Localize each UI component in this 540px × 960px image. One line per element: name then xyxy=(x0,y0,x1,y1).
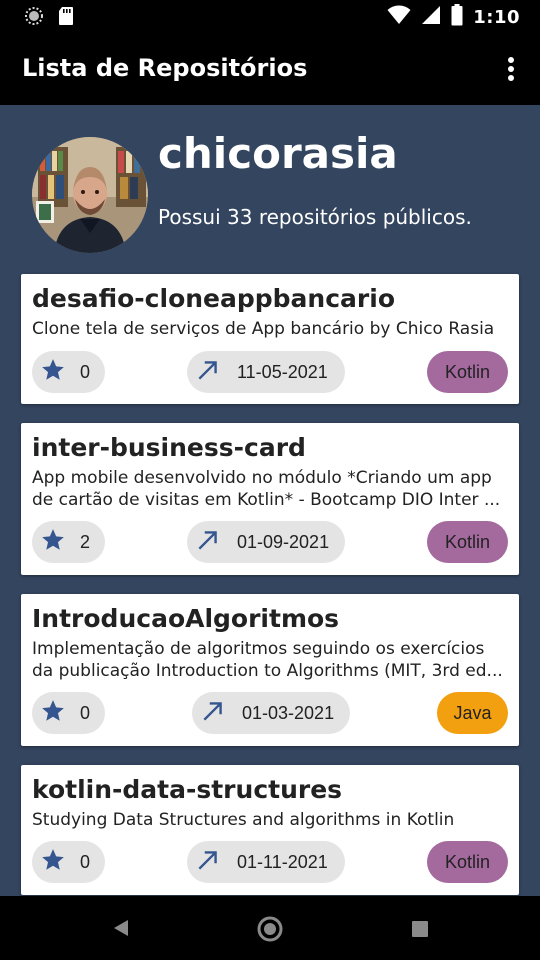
profile-header: chicorasia Possui 33 repositórios públic… xyxy=(0,105,540,270)
repo-name: kotlin-data-structures xyxy=(32,775,343,804)
repo-card[interactable]: desafio-cloneappbancario Clone tela de s… xyxy=(21,274,519,404)
stars-chip: 0 xyxy=(32,692,105,734)
date-chip: 01-11-2021 xyxy=(187,841,345,883)
app-title: Lista de Repositórios xyxy=(22,54,308,82)
signal-icon xyxy=(421,5,441,29)
status-bar: 1:10 xyxy=(0,0,540,32)
battery-icon xyxy=(451,4,463,30)
repo-description: App mobile desenvolvido no módulo *Crian… xyxy=(32,468,501,510)
date-chip: 01-03-2021 xyxy=(192,692,350,734)
repo-description: Implementação de algoritmos seguindo os … xyxy=(32,639,503,681)
stars-chip: 2 xyxy=(32,521,105,563)
star-icon xyxy=(40,527,66,558)
language-label: Kotlin xyxy=(444,361,491,382)
avatar[interactable] xyxy=(32,137,148,253)
stars-count: 0 xyxy=(80,361,91,382)
stars-count: 2 xyxy=(80,531,91,552)
date-chip: 11-05-2021 xyxy=(187,351,345,393)
repo-card[interactable]: inter-business-card App mobile desenvolv… xyxy=(21,423,519,575)
repo-description: Studying Data Structures and algorithms … xyxy=(32,810,455,830)
stars-count: 0 xyxy=(80,851,91,872)
trending-arrow-icon xyxy=(200,698,226,729)
trending-arrow-icon xyxy=(195,527,221,558)
language-label: Kotlin xyxy=(444,531,491,552)
status-time: 1:10 xyxy=(473,6,520,28)
repo-date: 01-11-2021 xyxy=(237,851,328,872)
app-bar: Lista de Repositórios xyxy=(0,32,540,105)
sd-card-icon xyxy=(58,6,74,30)
repo-date: 01-03-2021 xyxy=(242,702,335,723)
repo-card[interactable]: kotlin-data-structures Studying Data Str… xyxy=(21,765,519,895)
back-triangle-icon[interactable] xyxy=(110,916,132,944)
language-chip: Kotlin xyxy=(427,841,508,883)
stars-chip: 0 xyxy=(32,351,105,393)
repo-description: Clone tela de serviços de App bancário b… xyxy=(32,319,495,339)
username: chicorasia xyxy=(158,129,398,178)
language-label: Kotlin xyxy=(444,851,491,872)
home-circle-icon[interactable] xyxy=(256,915,284,947)
star-icon xyxy=(40,357,66,388)
trending-arrow-icon xyxy=(195,847,221,878)
wifi-icon xyxy=(387,5,411,29)
repo-count: Possui 33 repositórios públicos. xyxy=(158,205,472,229)
language-chip: Kotlin xyxy=(427,521,508,563)
repo-card[interactable]: IntroducaoAlgoritmos Implementação de al… xyxy=(21,594,519,746)
language-chip: Java xyxy=(437,692,508,734)
repo-date: 11-05-2021 xyxy=(237,361,328,382)
repo-name: IntroducaoAlgoritmos xyxy=(32,604,340,633)
record-circle-icon xyxy=(24,6,44,30)
star-icon xyxy=(40,698,66,729)
navigation-bar xyxy=(0,896,540,960)
repo-date: 01-09-2021 xyxy=(237,531,330,552)
stars-chip: 0 xyxy=(32,841,105,883)
repo-name: inter-business-card xyxy=(32,433,306,462)
date-chip: 01-09-2021 xyxy=(187,521,345,563)
more-vert-icon[interactable] xyxy=(500,54,522,84)
language-chip: Kotlin xyxy=(427,351,508,393)
star-icon xyxy=(40,847,66,878)
recents-square-icon[interactable] xyxy=(410,919,430,943)
repo-name: desafio-cloneappbancario xyxy=(32,284,395,313)
stars-count: 0 xyxy=(80,702,91,723)
trending-arrow-icon xyxy=(195,357,221,388)
language-label: Java xyxy=(453,702,492,723)
